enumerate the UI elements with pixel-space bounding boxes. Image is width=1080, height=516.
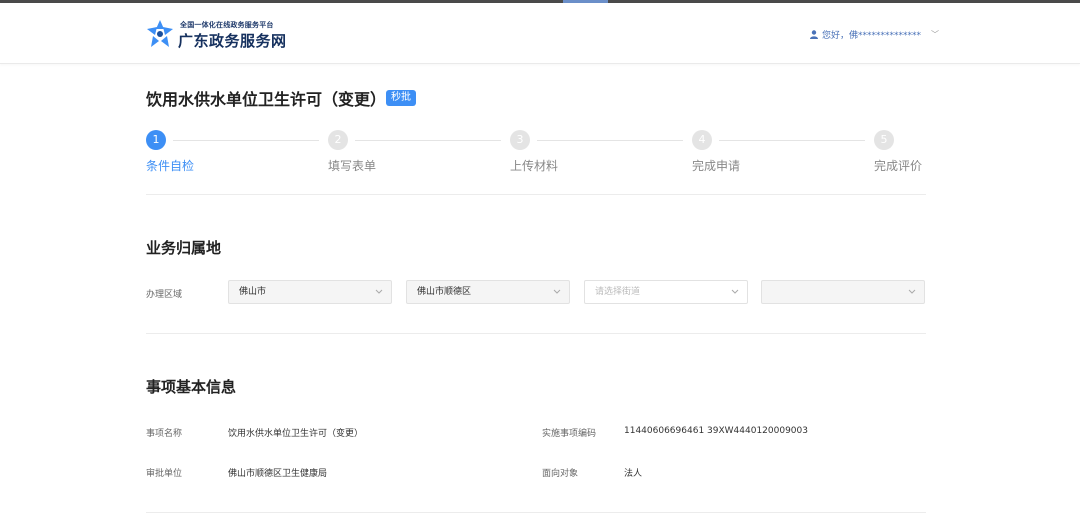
- chevron-down-icon: [731, 289, 739, 294]
- page-title: 饮用水供水单位卫生许可（变更）: [146, 90, 387, 109]
- divider: [146, 194, 926, 195]
- city-value: 佛山市: [239, 287, 267, 297]
- section-title-location: 业务归属地: [146, 239, 222, 257]
- step-2[interactable]: 2 填写表单: [328, 130, 376, 173]
- step-4[interactable]: 4 完成申请: [692, 130, 740, 173]
- chevron-down-icon: [908, 289, 916, 294]
- section-title-item-info: 事项基本信息: [146, 378, 237, 396]
- step-1[interactable]: 1 条件自检: [146, 130, 194, 173]
- chevron-down-icon[interactable]: ﹀: [931, 29, 939, 40]
- step-label: 完成评价: [874, 159, 923, 173]
- target-label: 面向对象: [542, 469, 579, 479]
- item-code-label: 实施事项编码: [542, 429, 597, 439]
- logo-title[interactable]: 广东政务服务网: [178, 30, 287, 51]
- step-number: 3: [510, 130, 530, 150]
- logo-subtitle: 全国一体化在线政务服务平台: [180, 21, 274, 29]
- item-name-label: 事项名称: [146, 429, 183, 439]
- step-label: 完成申请: [692, 159, 741, 173]
- step-number: 4: [692, 130, 712, 150]
- step-connector: [355, 140, 501, 141]
- chevron-down-icon: [553, 289, 561, 294]
- step-label: 条件自检: [146, 159, 195, 173]
- site-header: 全国一体化在线政务服务平台 广东政务服务网 您好，佛**************…: [0, 3, 1080, 64]
- step-connector: [719, 140, 865, 141]
- step-number: 5: [874, 130, 894, 150]
- step-number: 1: [146, 130, 166, 150]
- step-3[interactable]: 3 上传材料: [510, 130, 558, 173]
- logo-icon[interactable]: [146, 19, 174, 49]
- instant-approval-badge: 秒批: [386, 90, 416, 106]
- approval-unit-label: 审批单位: [146, 469, 183, 479]
- user-menu[interactable]: 您好，佛************** ﹀: [810, 28, 939, 41]
- step-5[interactable]: 5 完成评价: [874, 130, 922, 173]
- street-placeholder: 请选择街道: [595, 287, 641, 297]
- step-connector: [537, 140, 683, 141]
- divider: [146, 512, 926, 513]
- step-number: 2: [328, 130, 348, 150]
- step-connector: [173, 140, 319, 141]
- street-select[interactable]: 请选择街道: [584, 280, 748, 304]
- district-select[interactable]: 佛山市顺德区: [406, 280, 570, 304]
- step-label: 填写表单: [328, 159, 377, 173]
- district-value: 佛山市顺德区: [417, 287, 472, 297]
- approval-unit-value: 佛山市顺德区卫生健康局: [228, 469, 328, 479]
- user-greeting: 您好，佛**************: [822, 31, 922, 41]
- city-select[interactable]: 佛山市: [228, 280, 392, 304]
- step-label: 上传材料: [510, 159, 559, 173]
- community-select[interactable]: [761, 280, 925, 304]
- item-code-value: 11440606696461 39XW4440120009003: [624, 426, 808, 436]
- region-label: 办理区域: [146, 290, 183, 300]
- divider: [146, 333, 926, 334]
- chevron-down-icon: [375, 289, 383, 294]
- target-value: 法人: [624, 469, 643, 479]
- user-icon: [810, 30, 818, 39]
- item-name-value: 饮用水供水单位卫生许可（变更）: [228, 429, 364, 439]
